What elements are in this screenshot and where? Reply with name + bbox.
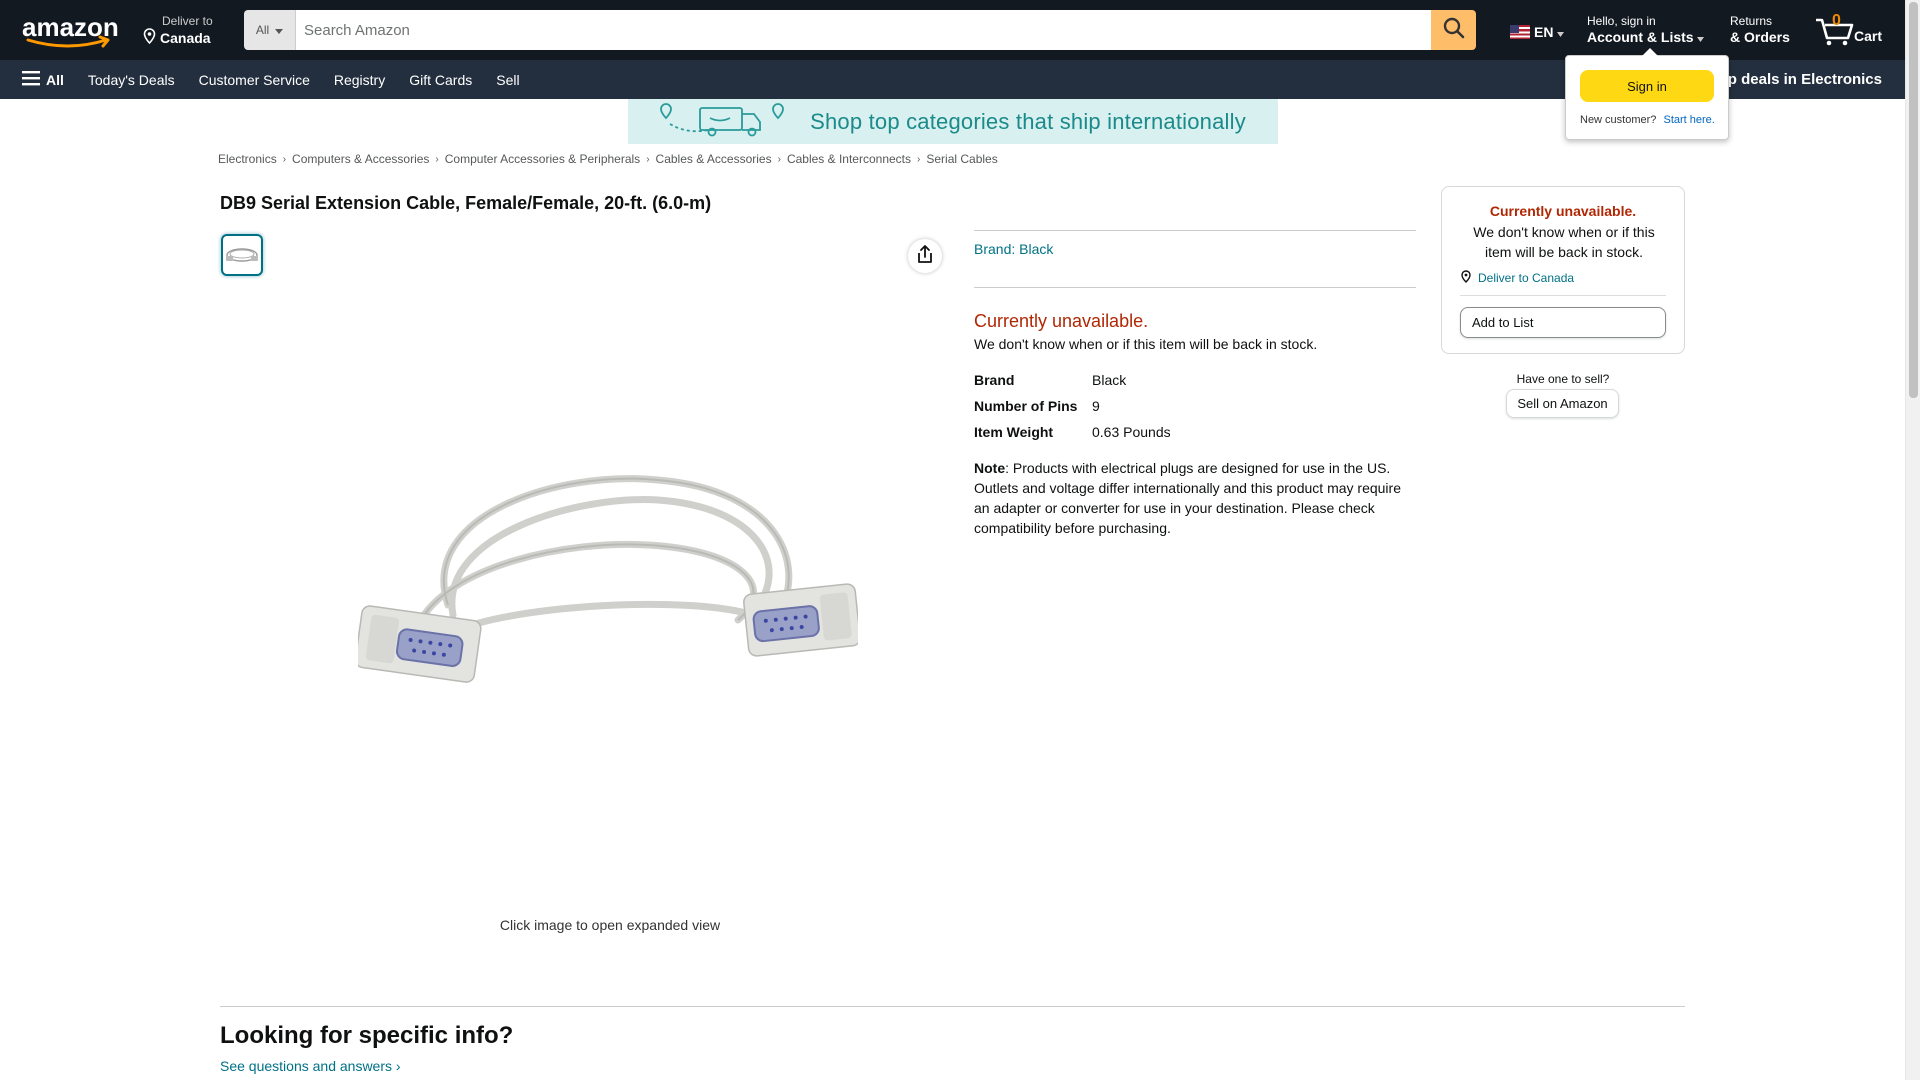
amazon-logo[interactable]: amazon	[20, 10, 124, 50]
all-menu-label: All	[46, 71, 64, 88]
signin-flyout: Sign in New customer? Start here.	[1565, 48, 1729, 140]
divider	[1460, 295, 1666, 296]
share-icon	[916, 244, 934, 269]
spec-value: 9	[1092, 398, 1100, 414]
divider	[974, 230, 1416, 231]
nav-link-registry[interactable]: Registry	[322, 72, 397, 88]
breadcrumb-item[interactable]: Computers & Accessories	[292, 152, 429, 166]
signin-button[interactable]: Sign in	[1580, 70, 1714, 102]
electronics-deals-link[interactable]: op deals in Electronics	[1719, 71, 1882, 88]
shipping-banner[interactable]: Shop top categories that ship internatio…	[628, 99, 1278, 144]
looking-for-info-heading: Looking for specific info?	[220, 1022, 514, 1049]
product-thumbnail[interactable]	[221, 234, 263, 276]
buy-box: Currently unavailable. We don't know whe…	[1441, 186, 1685, 354]
product-main-image[interactable]	[354, 455, 861, 695]
breadcrumb: Electronics › Computers & Accessories › …	[218, 152, 998, 166]
spec-value: 0.63 Pounds	[1092, 424, 1171, 440]
spec-key: Item Weight	[974, 424, 1054, 440]
chevron-right-icon: ›	[777, 153, 781, 165]
cart-count: 0	[1832, 12, 1841, 29]
spec-row: Brand Black	[974, 367, 1171, 393]
divider	[220, 1006, 1685, 1007]
deliver-small: Deliver to	[162, 14, 213, 28]
account-label: Account & Lists	[1587, 29, 1694, 45]
all-menu-button[interactable]: All	[0, 70, 76, 89]
search-button[interactable]	[1431, 10, 1476, 50]
chevron-right-icon: ›	[435, 153, 439, 165]
page-scrollbar[interactable]	[1905, 0, 1920, 1080]
share-button[interactable]	[908, 239, 942, 273]
availability-message: We don't know when or if this item will …	[974, 336, 1318, 352]
returns-orders[interactable]: Returns & Orders	[1730, 14, 1790, 46]
see-questions-link[interactable]: See questions and answers ›	[220, 1058, 401, 1074]
search-category-label: All	[255, 23, 270, 37]
chevron-right-icon: ›	[282, 153, 287, 165]
add-to-list-button[interactable]: Add to List	[1460, 307, 1666, 338]
nav-link-todays-deals[interactable]: Today's Deals	[76, 72, 187, 88]
sell-on-amazon-button[interactable]: Sell on Amazon	[1506, 389, 1619, 418]
language-label: EN	[1534, 24, 1554, 40]
search-bar: All	[244, 10, 1476, 50]
orders-label: & Orders	[1730, 29, 1790, 45]
us-flag-icon	[1510, 25, 1530, 39]
language-selector[interactable]: EN	[1510, 24, 1565, 40]
breadcrumb-item[interactable]: Cables & Accessories	[656, 152, 772, 166]
search-input[interactable]	[296, 10, 1431, 50]
hamburger-icon	[22, 70, 40, 89]
image-caption: Click image to open expanded view	[499, 917, 721, 933]
deliver-to[interactable]: Deliver to Canada	[142, 14, 213, 48]
caret-down-icon	[1557, 24, 1565, 40]
breadcrumb-item[interactable]: Computer Accessories & Peripherals	[445, 152, 640, 166]
brand-link[interactable]: Brand: Black	[974, 241, 1053, 257]
spec-key: Number of Pins	[974, 398, 1078, 414]
nav-link-customer-service[interactable]: Customer Service	[187, 72, 322, 88]
search-icon	[1443, 17, 1465, 44]
deliver-country: Canada	[160, 30, 211, 46]
product-specs-table: Brand Black Number of Pins 9 Item Weight…	[974, 367, 1171, 445]
spec-value: Black	[1092, 372, 1127, 388]
divider	[974, 287, 1416, 288]
see-questions-label: See questions and answers	[220, 1058, 392, 1074]
nav-link-gift-cards[interactable]: Gift Cards	[397, 72, 484, 88]
caret-down-icon	[275, 23, 284, 37]
location-pin-icon	[1460, 270, 1472, 286]
product-title: DB9 Serial Extension Cable, Female/Femal…	[220, 193, 712, 213]
nav-link-sell[interactable]: Sell	[484, 72, 531, 88]
top-nav: amazon Deliver to Canada All Search Amaz…	[0, 0, 1905, 60]
have-one-to-sell-text: Have one to sell?	[1516, 372, 1610, 386]
breadcrumb-item[interactable]: Serial Cables	[926, 152, 997, 166]
start-here-link[interactable]: Start here.	[1663, 114, 1714, 126]
spec-row: Item Weight 0.63 Pounds	[974, 419, 1171, 445]
availability-status: Currently unavailable.	[974, 311, 1149, 331]
breadcrumb-item[interactable]: Cables & Interconnects	[787, 152, 911, 166]
electrical-note: Note: Products with electrical plugs are…	[974, 458, 1414, 538]
buybox-availability-status: Currently unavailable.	[1489, 203, 1637, 219]
account-lists[interactable]: Hello, sign in Account & Lists	[1587, 14, 1705, 46]
banner-text: Shop top categories that ship internatio…	[810, 108, 1246, 134]
new-customer-label: New customer?	[1580, 114, 1657, 126]
scrollbar-thumb[interactable]	[1909, 2, 1918, 398]
breadcrumb-item[interactable]: Electronics	[218, 152, 277, 166]
page: amazon Deliver to Canada All Search Amaz…	[0, 0, 1920, 1080]
caret-down-icon	[1697, 29, 1705, 45]
buybox-availability-message: We don't know when or if this item will …	[1473, 224, 1655, 260]
account-greeting: Hello, sign in	[1587, 14, 1656, 28]
delivery-truck-icon	[660, 100, 784, 143]
chevron-right-icon: ›	[395, 1058, 401, 1074]
search-category-select[interactable]: All	[244, 10, 296, 50]
deliver-to-link[interactable]: Deliver to Canada	[1460, 270, 1574, 286]
note-label: Note	[974, 460, 1006, 476]
deliver-to-label: Deliver to Canada	[1478, 271, 1575, 285]
returns-label: Returns	[1730, 14, 1773, 28]
spec-row: Number of Pins 9	[974, 393, 1171, 419]
location-pin-icon	[142, 28, 157, 48]
cart-label: Cart	[1854, 28, 1883, 44]
cart-button[interactable]: 0 Cart	[1814, 10, 1884, 50]
note-text: : Products with electrical plugs are des…	[974, 460, 1401, 536]
chevron-right-icon: ›	[646, 153, 650, 165]
chevron-right-icon: ›	[917, 153, 921, 165]
spec-key: Brand	[974, 372, 1015, 388]
new-customer-text: New customer? Start here.	[1580, 114, 1715, 126]
